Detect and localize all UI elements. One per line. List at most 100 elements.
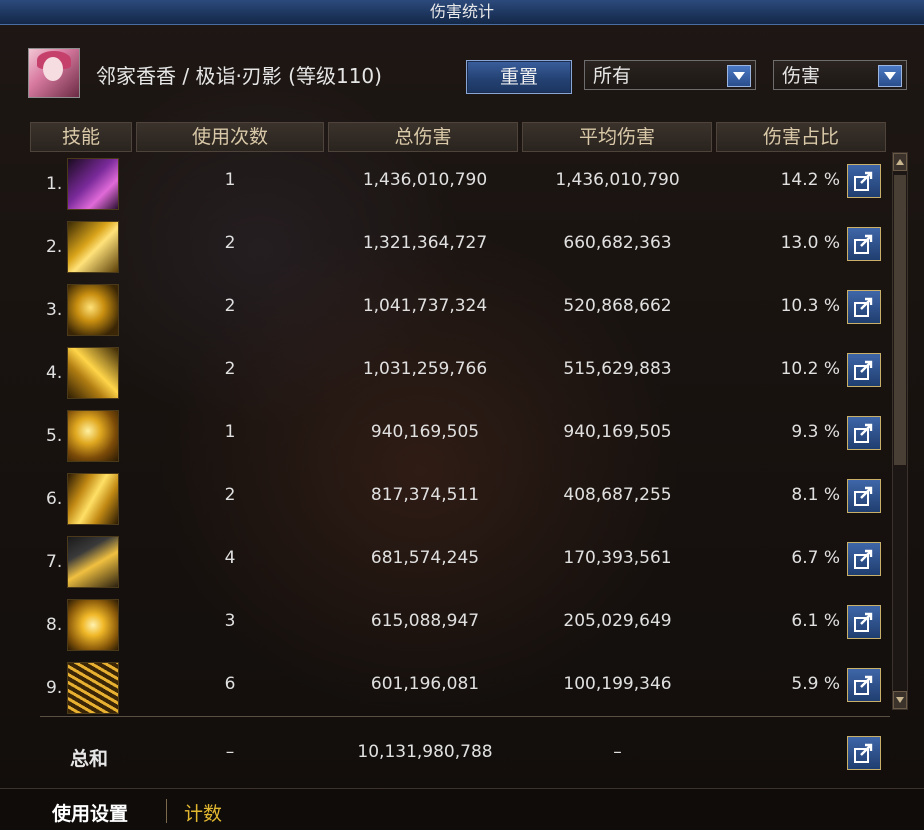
header-damage-share[interactable]: 伤害占比 bbox=[716, 122, 886, 152]
row-rank: 5. bbox=[46, 426, 63, 446]
row-uses: 1 bbox=[224, 170, 236, 190]
total-row: 总和 – 10,131,980,788 – bbox=[40, 722, 890, 784]
row-total-damage: 1,321,364,727 bbox=[362, 233, 488, 253]
row-rank: 6. bbox=[46, 489, 63, 509]
share-icon bbox=[854, 549, 873, 569]
header-avg-damage[interactable]: 平均伤害 bbox=[522, 122, 712, 152]
scroll-up-icon[interactable] bbox=[893, 153, 907, 171]
skill-icon bbox=[67, 347, 119, 399]
table-row: 2. 2 1,321,364,727 660,682,363 13.0 % bbox=[40, 213, 890, 275]
share-icon bbox=[854, 612, 873, 632]
row-damage-share: 10.2 % bbox=[780, 359, 840, 379]
table-row: 8. 3 615,088,947 205,029,649 6.1 % bbox=[40, 591, 890, 653]
row-avg-damage: 940,169,505 bbox=[563, 422, 672, 442]
total-avg-damage: – bbox=[613, 742, 622, 762]
header-skill[interactable]: 技能 bbox=[30, 122, 132, 152]
share-button[interactable] bbox=[847, 479, 881, 513]
skill-icon bbox=[67, 536, 119, 588]
skill-icon bbox=[67, 221, 119, 273]
row-total-damage: 1,041,737,324 bbox=[362, 296, 488, 316]
row-damage-share: 6.7 % bbox=[791, 548, 840, 568]
filter-select-value: 所有 bbox=[593, 65, 632, 87]
character-avatar bbox=[28, 48, 80, 98]
metric-select-value: 伤害 bbox=[782, 65, 821, 87]
avatar-face bbox=[43, 57, 63, 81]
share-icon bbox=[854, 171, 873, 191]
row-avg-damage: 520,868,662 bbox=[563, 296, 672, 316]
filter-select[interactable]: 所有 bbox=[584, 60, 756, 90]
table-row: 1. 1 1,436,010,790 1,436,010,790 14.2 % bbox=[40, 150, 890, 212]
share-button[interactable] bbox=[847, 668, 881, 702]
row-uses: 4 bbox=[224, 548, 236, 568]
share-icon bbox=[854, 360, 873, 380]
row-total-damage: 681,574,245 bbox=[370, 548, 480, 568]
row-uses: 2 bbox=[224, 296, 236, 316]
skill-icon bbox=[67, 410, 119, 462]
table-header: 技能 使用次数 总伤害 平均伤害 伤害占比 bbox=[30, 122, 886, 152]
total-label: 总和 bbox=[70, 748, 109, 770]
row-damage-share: 8.1 % bbox=[791, 485, 840, 505]
share-button[interactable] bbox=[847, 227, 881, 261]
share-button[interactable] bbox=[847, 164, 881, 198]
reset-button[interactable]: 重置 bbox=[466, 60, 572, 94]
skill-icon bbox=[67, 284, 119, 336]
row-total-damage: 940,169,505 bbox=[370, 422, 480, 442]
row-avg-damage: 205,029,649 bbox=[563, 611, 672, 631]
skill-icon bbox=[67, 473, 119, 525]
row-avg-damage: 408,687,255 bbox=[563, 485, 672, 505]
total-damage: 10,131,980,788 bbox=[357, 742, 493, 762]
skill-icon bbox=[67, 599, 119, 651]
share-icon bbox=[854, 234, 873, 254]
header-uses[interactable]: 使用次数 bbox=[136, 122, 324, 152]
share-button[interactable] bbox=[847, 542, 881, 576]
header-total-damage[interactable]: 总伤害 bbox=[328, 122, 518, 152]
share-button[interactable] bbox=[847, 353, 881, 387]
row-avg-damage: 1,436,010,790 bbox=[555, 170, 680, 190]
share-button[interactable] bbox=[847, 416, 881, 450]
row-damage-share: 10.3 % bbox=[780, 296, 840, 316]
chevron-down-icon[interactable] bbox=[727, 65, 751, 87]
row-uses: 2 bbox=[224, 359, 236, 379]
row-total-damage: 1,436,010,790 bbox=[362, 170, 488, 190]
row-rank: 3. bbox=[46, 300, 63, 320]
table-row: 4. 2 1,031,259,766 515,629,883 10.2 % bbox=[40, 339, 890, 401]
row-uses: 1 bbox=[224, 422, 236, 442]
row-uses: 2 bbox=[224, 485, 236, 505]
row-rank: 9. bbox=[46, 678, 63, 698]
row-avg-damage: 660,682,363 bbox=[563, 233, 672, 253]
share-icon bbox=[854, 743, 873, 763]
row-uses: 6 bbox=[224, 674, 236, 694]
skill-icon bbox=[67, 158, 119, 210]
chevron-down-icon[interactable] bbox=[878, 65, 902, 87]
row-damage-share: 6.1 % bbox=[791, 611, 840, 631]
row-rank: 1. bbox=[46, 174, 63, 194]
scroll-down-icon[interactable] bbox=[893, 691, 907, 709]
tab-usage-settings[interactable]: 使用设置 bbox=[52, 799, 128, 826]
share-button[interactable] bbox=[847, 290, 881, 324]
row-total-damage: 601,196,081 bbox=[370, 674, 480, 694]
scroll-thumb[interactable] bbox=[894, 175, 906, 465]
row-avg-damage: 100,199,346 bbox=[563, 674, 672, 694]
row-damage-share: 9.3 % bbox=[791, 422, 840, 442]
metric-select[interactable]: 伤害 bbox=[773, 60, 907, 90]
share-icon bbox=[854, 486, 873, 506]
share-icon bbox=[854, 297, 873, 317]
row-total-damage: 615,088,947 bbox=[370, 611, 480, 631]
row-rank: 2. bbox=[46, 237, 63, 257]
footer-tabs: 使用设置 计数 bbox=[0, 788, 924, 830]
share-button[interactable] bbox=[847, 605, 881, 639]
row-uses: 3 bbox=[224, 611, 236, 631]
total-uses: – bbox=[225, 742, 235, 762]
total-divider bbox=[40, 716, 890, 717]
row-avg-damage: 170,393,561 bbox=[563, 548, 672, 568]
share-button[interactable] bbox=[847, 736, 881, 770]
character-name: 邻家香香 / 极诣·刃影 (等级110) bbox=[96, 64, 382, 88]
tab-separator bbox=[166, 799, 167, 823]
row-total-damage: 817,374,511 bbox=[370, 485, 480, 505]
table-row: 3. 2 1,041,737,324 520,868,662 10.3 % bbox=[40, 276, 890, 338]
tab-count[interactable]: 计数 bbox=[184, 799, 222, 826]
skill-icon bbox=[67, 662, 119, 714]
share-icon bbox=[854, 675, 873, 695]
table-scrollbar[interactable] bbox=[892, 152, 908, 710]
row-rank: 7. bbox=[46, 552, 63, 572]
